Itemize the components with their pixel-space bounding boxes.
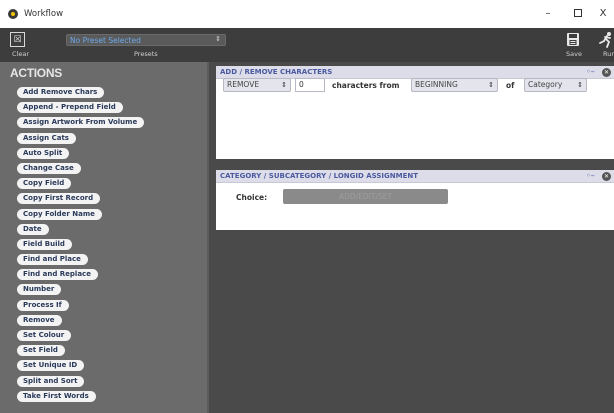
minimize-button[interactable]: –: [539, 6, 557, 22]
collapse-icon[interactable]: ◦–: [586, 171, 595, 180]
mode-select-value: REMOVE: [227, 80, 260, 89]
panel-category-assignment: CATEGORY / SUBCATEGORY / LONGID ASSIGNME…: [216, 170, 614, 230]
toolbar: ☒ Clear No Preset Selected ⇕ Presets Sav…: [0, 28, 614, 62]
field-select-value: Category: [528, 80, 563, 89]
action-item-find-and-place[interactable]: Find and Place: [17, 254, 88, 266]
action-item-date[interactable]: Date: [17, 223, 49, 235]
action-item-set-unique-id[interactable]: Set Unique ID: [17, 360, 85, 372]
panel-add-remove-characters: ADD / REMOVE CHARACTERS ◦– ✕ REMOVE ⇕ 0 …: [216, 66, 614, 159]
field-select[interactable]: Category ⇕: [524, 78, 587, 92]
panel-title: CATEGORY / SUBCATEGORY / LONGID ASSIGNME…: [220, 172, 418, 180]
panel-title: ADD / REMOVE CHARACTERS: [220, 68, 333, 76]
action-item-append-prepend-field[interactable]: Append - Prepend Field: [17, 102, 123, 114]
choice-label: Choice:: [236, 193, 268, 202]
action-item-auto-split[interactable]: Auto Split: [17, 147, 70, 159]
clear-label: Clear: [12, 50, 29, 58]
collapse-icon[interactable]: ◦–: [586, 67, 595, 76]
action-item-copy-folder-name[interactable]: Copy Folder Name: [17, 208, 102, 220]
running-figure-icon[interactable]: [598, 31, 614, 48]
clear-button[interactable]: ☒: [10, 32, 25, 47]
of-label: of: [506, 81, 515, 90]
select-arrows-icon: ⇕: [281, 81, 287, 89]
action-item-set-field[interactable]: Set Field: [17, 345, 65, 357]
actions-list: Add Remove Chars Append - Prepend Field …: [17, 87, 145, 406]
select-arrows-icon: ⇕: [488, 81, 494, 89]
characters-from-label: characters from: [332, 81, 400, 90]
add-edit-set-button[interactable]: ADD/EDIT/SET: [283, 189, 448, 204]
count-input[interactable]: 0: [295, 78, 325, 92]
window-title: Workflow: [24, 9, 64, 19]
action-item-set-colour[interactable]: Set Colour: [17, 330, 72, 341]
action-item-copy-first-record[interactable]: Copy First Record: [17, 193, 101, 205]
mode-select[interactable]: REMOVE ⇕: [223, 78, 291, 92]
floppy-disk-icon[interactable]: [566, 31, 580, 48]
position-select[interactable]: BEGINNING ⇕: [411, 78, 498, 92]
action-item-assign-cats[interactable]: Assign Cats: [17, 132, 76, 144]
workflow-app-icon: [8, 9, 18, 19]
action-item-assign-artwork[interactable]: Assign Artwork From Volume: [17, 117, 145, 129]
window-titlebar: Workflow – X: [0, 0, 614, 28]
maximize-button[interactable]: [569, 6, 587, 22]
select-arrows-icon: ⇕: [577, 81, 583, 89]
actions-sidebar: ACTIONS Add Remove Chars Append - Prepen…: [0, 62, 208, 413]
action-item-process-if[interactable]: Process If: [17, 299, 69, 311]
action-item-remove[interactable]: Remove: [17, 314, 62, 326]
presets-label: Presets: [134, 50, 158, 58]
position-select-value: BEGINNING: [415, 80, 458, 89]
select-arrows-icon: ⇕: [215, 35, 221, 43]
action-item-split-and-sort[interactable]: Split and Sort: [17, 375, 85, 387]
action-item-copy-field[interactable]: Copy Field: [17, 178, 72, 190]
action-item-add-remove-chars[interactable]: Add Remove Chars: [17, 87, 105, 98]
panel-header: CATEGORY / SUBCATEGORY / LONGID ASSIGNME…: [216, 170, 614, 183]
save-label: Save: [566, 50, 582, 58]
actions-header: ACTIONS: [10, 66, 62, 80]
action-item-field-build[interactable]: Field Build: [17, 238, 72, 250]
maximize-icon: [574, 9, 582, 17]
run-label: Run: [603, 50, 614, 58]
clear-icon: ☒: [13, 35, 22, 45]
preset-selected-value: No Preset Selected: [70, 36, 141, 45]
action-item-take-first-words[interactable]: Take First Words: [17, 390, 96, 402]
close-circle-icon[interactable]: ✕: [602, 172, 611, 181]
preset-select[interactable]: No Preset Selected ⇕: [66, 34, 226, 46]
close-window-button[interactable]: X: [594, 6, 612, 22]
close-circle-icon[interactable]: ✕: [602, 68, 611, 77]
action-item-change-case[interactable]: Change Case: [17, 162, 81, 174]
action-item-find-and-replace[interactable]: Find and Replace: [17, 269, 98, 281]
action-item-number[interactable]: Number: [17, 284, 62, 296]
